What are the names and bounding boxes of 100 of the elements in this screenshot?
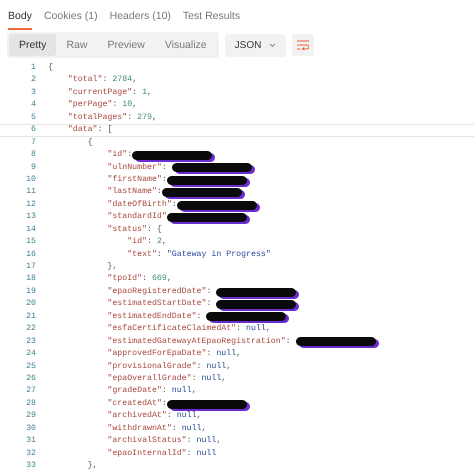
code-punctuation: : xyxy=(206,286,212,298)
code-punctuation: : [ xyxy=(98,124,112,136)
code-punctuation: { xyxy=(48,62,53,74)
view-tab[interactable]: Pretty xyxy=(9,34,56,56)
code-punctuation: , xyxy=(216,435,222,448)
code-punctuation: : { xyxy=(147,224,162,236)
line-number: 23 xyxy=(25,336,37,348)
code-key: "currentPage" xyxy=(48,86,132,100)
code-key: "archivalStatus" xyxy=(48,435,187,448)
line-number: 3 xyxy=(30,86,37,99)
code-number: 10 xyxy=(122,99,132,112)
format-dropdown[interactable]: JSON xyxy=(224,34,286,56)
code-punctuation: : xyxy=(132,86,138,99)
code-number: 2 xyxy=(156,236,162,248)
line-number: 22 xyxy=(25,323,37,336)
code-punctuation: , xyxy=(221,372,226,385)
code-key: "totalPages" xyxy=(48,112,128,124)
code-key: "provisionalGrade" xyxy=(48,360,197,373)
code-punctuation: , xyxy=(226,360,232,372)
line-number: 2 xyxy=(30,74,37,86)
line-number: 4 xyxy=(30,99,37,112)
code-number: 1 xyxy=(142,86,148,99)
code-punctuation: , xyxy=(166,273,172,286)
code-key: "tpoId" xyxy=(48,273,142,286)
line-number: 13 xyxy=(25,211,37,224)
line-number: 6 xyxy=(30,124,37,136)
code-punctuation: : xyxy=(112,99,118,112)
code-key: "withdrawnAt" xyxy=(48,422,172,436)
line-number: 21 xyxy=(25,310,37,323)
code-punctuation: : xyxy=(206,348,212,360)
line-number: 30 xyxy=(25,422,37,435)
code-punctuation: , xyxy=(236,348,242,360)
code-punctuation: , xyxy=(192,385,197,398)
tab[interactable]: Headers (10) xyxy=(110,8,171,30)
line-number: 32 xyxy=(25,448,37,460)
line-number: 1 xyxy=(30,62,37,74)
code-punctuation: : xyxy=(186,435,193,448)
code-punctuation: : xyxy=(196,360,202,372)
code-punctuation: : xyxy=(236,323,242,336)
code-punctuation: : xyxy=(127,149,132,162)
code-number: 2784 xyxy=(112,74,132,86)
code-key: "data" xyxy=(48,124,98,137)
line-number: 28 xyxy=(25,398,37,410)
line-number: 15 xyxy=(25,236,37,248)
code-key: "estimatedEndDate" xyxy=(48,310,197,324)
code-punctuation: : xyxy=(192,372,198,385)
code-punctuation: }, xyxy=(106,261,118,273)
code-punctuation: , xyxy=(132,74,138,86)
code-null: null xyxy=(182,422,202,435)
code-punctuation: : xyxy=(186,448,193,460)
wrap-button[interactable] xyxy=(292,34,314,56)
code-key: "createdAt" xyxy=(48,398,162,410)
code-key: "epaoRegisteredDate" xyxy=(48,286,206,298)
line-number: 26 xyxy=(25,372,37,385)
tab[interactable]: Test Results xyxy=(182,8,240,30)
line-number: 27 xyxy=(25,385,37,398)
code-null: null xyxy=(176,410,197,422)
code-punctuation: : xyxy=(102,74,108,86)
code-key: "text" xyxy=(48,248,157,262)
code-null: null xyxy=(201,372,222,385)
code-null: null xyxy=(216,348,236,360)
code-key: "lastName" xyxy=(48,186,157,199)
line-number: 18 xyxy=(25,273,37,286)
line-number: 10 xyxy=(25,174,37,186)
code-key: "epaOverallGrade" xyxy=(48,372,192,386)
code-key: "id" xyxy=(48,236,148,249)
line-number: 19 xyxy=(25,286,37,298)
code-key: "approvedForEpaDate" xyxy=(48,348,206,361)
code-key: "estimatedStartDate" xyxy=(48,298,206,311)
code-punctuation: : xyxy=(147,236,153,248)
code-number: 279 xyxy=(137,112,152,124)
code-punctuation: : xyxy=(206,298,212,310)
code-null: null xyxy=(172,385,192,398)
code-punctuation: , xyxy=(147,86,152,99)
view-tab[interactable]: Raw xyxy=(56,34,98,56)
wrap-lines-icon xyxy=(297,40,310,50)
code-punctuation: , xyxy=(152,112,157,124)
code-key: "dateOfBirth" xyxy=(48,198,172,212)
line-number: 29 xyxy=(25,410,37,422)
view-tab[interactable]: Preview xyxy=(97,34,155,56)
code-key: "estimatedGatewayAtEpaoRegistration" xyxy=(48,336,286,348)
code-punctuation: , xyxy=(266,323,271,336)
code-key: "gradeDate" xyxy=(48,385,162,398)
line-number: 25 xyxy=(25,360,37,372)
view-tab[interactable]: Visualize xyxy=(154,34,217,56)
code-null: null xyxy=(246,323,266,336)
tab[interactable]: Cookies (1) xyxy=(44,8,98,30)
code-key: "archivedAt" xyxy=(48,410,167,423)
code-key: "epaoInternalId" xyxy=(48,448,187,460)
code-punctuation: , xyxy=(162,236,167,248)
line-number: 20 xyxy=(25,298,37,310)
line-number: 33 xyxy=(25,460,37,471)
code-punctuation: : xyxy=(127,112,134,124)
line-number: 11 xyxy=(25,186,37,198)
code-key: "esfaCertificateClaimedAt" xyxy=(48,323,236,336)
line-number: 17 xyxy=(25,261,37,273)
code-string: "Gateway in Progress" xyxy=(166,248,271,261)
tab[interactable]: Body xyxy=(8,8,32,30)
code-key: "status" xyxy=(48,224,148,236)
line-number: 7 xyxy=(30,136,37,149)
